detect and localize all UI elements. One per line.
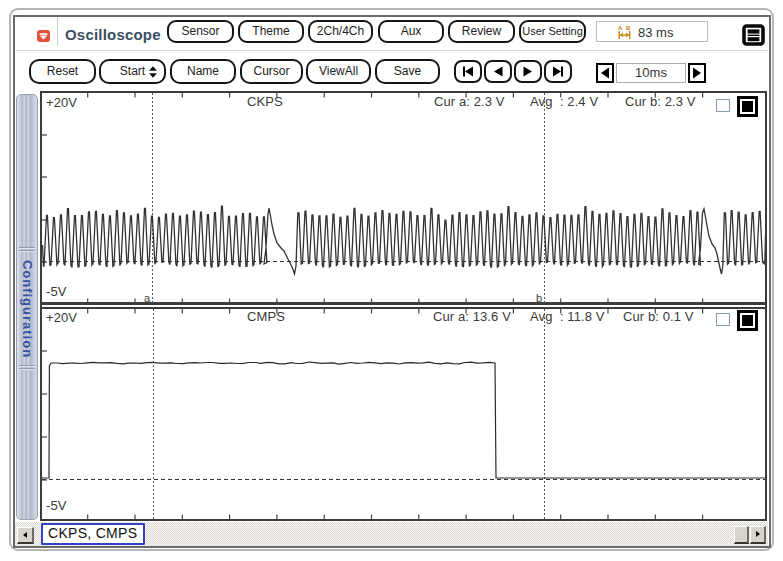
svg-text:B: B xyxy=(626,25,631,31)
svg-text:A: A xyxy=(618,25,623,31)
